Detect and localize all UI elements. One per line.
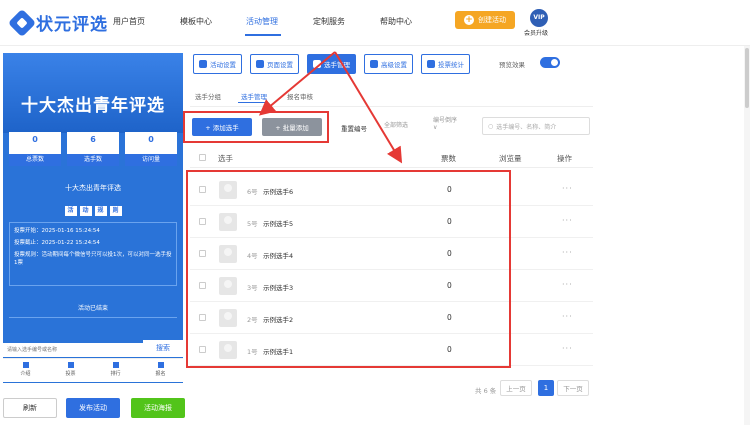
col-votes: 票数 [441, 154, 456, 163]
create-activity-button[interactable]: + 创建活动 [455, 11, 515, 29]
more-icon[interactable]: ··· [562, 184, 573, 193]
vip-upgrade-label[interactable]: 会员升级 [524, 28, 548, 37]
preview-title: 十大杰出青年评选 [21, 96, 165, 116]
tab-activity-settings[interactable]: 活动设置 [193, 54, 242, 74]
prev-page-button[interactable]: 上一页 [500, 380, 532, 396]
nav-active-underline [245, 34, 281, 36]
palette-icon [256, 60, 264, 68]
scrollbar-thumb[interactable] [745, 48, 749, 108]
nav-home[interactable]: 用户首页 [113, 16, 145, 27]
stat-value: 6 [90, 135, 96, 144]
tab-vote[interactable]: 投票 [56, 359, 86, 382]
flag-icon [67, 362, 74, 368]
preview-search-button[interactable]: 搜索 [143, 340, 183, 357]
preview-effect-label: 预览效果 [499, 61, 525, 69]
tab-vote-stats[interactable]: 投票统计 [421, 54, 470, 74]
stat-label: 总票数 [9, 154, 61, 166]
pagination-total: 共 6 条 [475, 387, 497, 395]
rules-heading: 活 动 规 则 [43, 206, 143, 216]
tab-ranking[interactable]: 排行 [101, 359, 131, 382]
highlight-box-actions [183, 111, 329, 143]
stat-total-votes: 0 总票数 [9, 132, 61, 166]
rules-char: 则 [109, 206, 122, 216]
subtab-contestants[interactable]: 选手管理 [241, 91, 267, 101]
users-icon [313, 60, 321, 68]
subtab-groups[interactable]: 选手分组 [195, 91, 221, 101]
filter-select[interactable]: 全部筛选 [384, 120, 408, 129]
more-icon[interactable]: ··· [562, 344, 573, 353]
rule-end: 投票截止：2025-01-22 15:24:54 [14, 240, 100, 246]
preview-subtitle: 十大杰出青年评选 [65, 184, 121, 192]
nav-templates[interactable]: 模板中心 [180, 16, 212, 27]
preview-tabbar: 介绍 投票 排行 报名 [3, 358, 183, 382]
tab-contestant-manage[interactable]: 选手管理 [307, 54, 356, 74]
more-icon[interactable]: ··· [562, 216, 573, 225]
divider [190, 106, 593, 107]
subtab-underline [238, 102, 268, 103]
chevron-down-icon: ∨ [433, 124, 438, 131]
col-views: 浏览量 [499, 154, 522, 163]
more-icon[interactable]: ··· [562, 280, 573, 289]
highlight-box-table [186, 170, 511, 368]
poster-button[interactable]: 活动海报 [131, 398, 185, 418]
stat-value: 0 [32, 135, 38, 144]
preview-toggle[interactable] [540, 57, 560, 68]
plus-icon: + [464, 15, 474, 25]
subtab-signup-review[interactable]: 报名审核 [287, 91, 313, 101]
logo-icon [7, 8, 37, 37]
gear-icon [199, 60, 207, 68]
nav-activity-manage[interactable]: 活动管理 [246, 16, 278, 27]
vip-icon[interactable]: VIP [530, 9, 548, 27]
logo[interactable]: 状元评选 [7, 8, 108, 37]
more-icon[interactable]: ··· [562, 312, 573, 321]
nav-help[interactable]: 帮助中心 [380, 16, 412, 27]
nav-custom-service[interactable]: 定制服务 [313, 16, 345, 27]
bar-chart-icon [112, 362, 119, 368]
tab-intro[interactable]: 介绍 [11, 359, 41, 382]
publish-button[interactable]: 发布活动 [66, 398, 120, 418]
page-1-button[interactable]: 1 [538, 380, 554, 396]
tab-page-settings[interactable]: 页面设置 [250, 54, 299, 74]
stat-visits: 0 访问量 [125, 132, 177, 166]
logo-text: 状元评选 [36, 15, 108, 35]
create-activity-label: 创建活动 [478, 16, 506, 24]
stat-contestants: 6 选手数 [67, 132, 119, 166]
rule-policy: 投票规则：活动期间每个微信号只可以投1次，可以对同一选手投1票 [14, 252, 172, 266]
rules-char: 活 [64, 206, 77, 216]
stat-label: 选手数 [67, 154, 119, 166]
select-all-checkbox[interactable] [199, 154, 206, 161]
hand-icon [157, 362, 164, 368]
rule-start: 投票开始：2025-01-16 15:24:54 [14, 228, 100, 234]
rules-char: 动 [79, 206, 92, 216]
table-header: 选手 票数 浏览量 操作 [190, 146, 593, 168]
rules-char: 规 [94, 206, 107, 216]
chart-icon [427, 60, 435, 68]
tab-signup[interactable]: 报名 [146, 359, 176, 382]
rules-box: 投票开始：2025-01-16 15:24:54 投票截止：2025-01-22… [9, 222, 177, 286]
top-navbar: 状元评选 用户首页 模板中心 活动管理 定制服务 帮助中心 + 创建活动 VIP… [0, 0, 750, 46]
refresh-button[interactable]: 刷新 [3, 398, 57, 418]
search-icon: ○ [488, 122, 494, 130]
stat-value: 0 [148, 135, 154, 144]
next-page-button[interactable]: 下一页 [557, 380, 589, 396]
sort-select[interactable]: 编号倒序 ∨ [433, 117, 457, 131]
col-actions: 操作 [557, 154, 572, 163]
col-contestant: 选手 [218, 154, 233, 163]
intro-icon [22, 362, 29, 368]
more-icon[interactable]: ··· [562, 248, 573, 257]
stat-label: 访问量 [125, 154, 177, 166]
preview-search-input[interactable] [7, 345, 137, 355]
activity-ended: 活动已结束 [9, 300, 177, 318]
preview-search: 搜索 [3, 340, 183, 357]
contestant-search[interactable]: ○ 选手编号、名称、简介 [482, 117, 590, 135]
search-placeholder: 选手编号、名称、简介 [496, 123, 557, 131]
tab-advanced-settings[interactable]: 高级设置 [364, 54, 413, 74]
mobile-preview: 十大杰出青年评选 [3, 53, 183, 383]
sliders-icon [370, 60, 378, 68]
reset-number-button[interactable]: 重置编号 [341, 123, 367, 133]
